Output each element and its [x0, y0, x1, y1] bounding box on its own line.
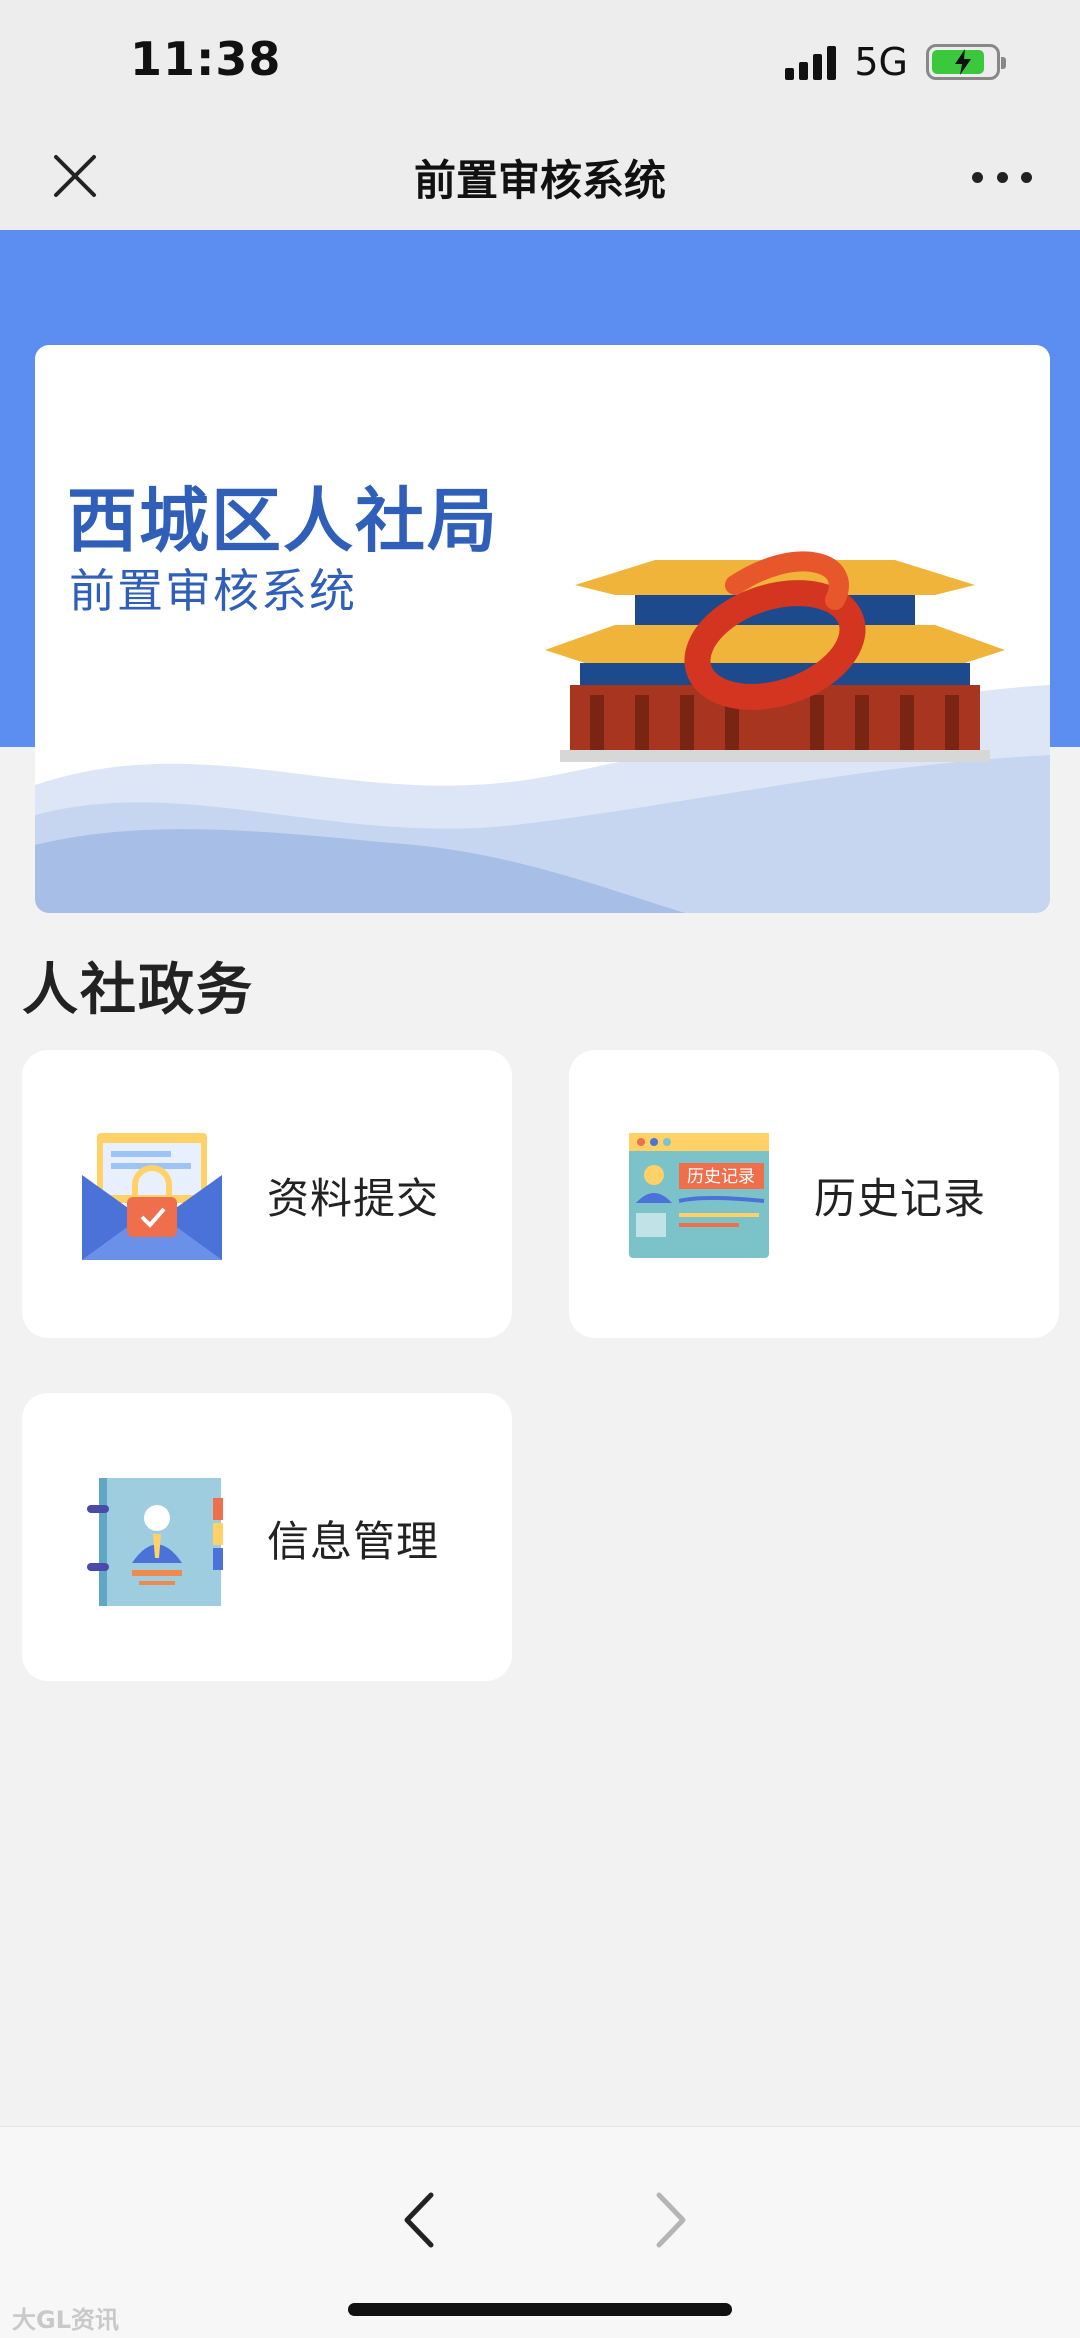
status-time: 11:38 — [130, 32, 282, 86]
signal-icon — [785, 44, 837, 80]
card-label: 信息管理 — [267, 1517, 440, 1566]
chevron-right-icon[interactable] — [645, 2187, 695, 2253]
card-label: 历史记录 — [814, 1174, 987, 1223]
card-info-manage[interactable]: 信息管理 — [22, 1393, 512, 1681]
status-bar: 11:38 5G — [0, 0, 1080, 125]
page-title: 前置审核系统 — [413, 156, 666, 205]
card-history-record[interactable]: 历史记录 历史记录 — [569, 1050, 1059, 1338]
more-dots-icon[interactable] — [972, 149, 1032, 205]
banner-subtitle: 前置审核系统 — [69, 564, 357, 618]
palace-illustration — [35, 551, 1050, 913]
status-indicators: 5G — [785, 40, 1006, 84]
network-type: 5G — [854, 40, 908, 84]
bottom-toolbar — [0, 2126, 1080, 2338]
contact-book-icon — [87, 1478, 223, 1606]
home-indicator[interactable] — [348, 2303, 732, 2316]
charging-bolt-icon — [955, 49, 971, 75]
card-label: 资料提交 — [267, 1174, 440, 1223]
nav-bar: 前置审核系统 — [0, 125, 1080, 230]
hero-banner: 西城区人社局 前置审核系统 — [35, 345, 1050, 913]
history-icon-text: 历史记录 — [687, 1167, 755, 1187]
card-material-submit[interactable]: 资料提交 — [22, 1050, 512, 1338]
section-title: 人社政务 — [22, 958, 254, 1023]
battery-icon — [926, 44, 1006, 80]
envelope-lock-icon — [82, 1133, 222, 1260]
history-record-icon: 历史记录 — [629, 1133, 769, 1258]
chevron-left-icon[interactable] — [395, 2187, 445, 2253]
banner-title: 西城区人社局 — [67, 480, 499, 562]
watermark: 大GL资讯 — [12, 2306, 119, 2334]
